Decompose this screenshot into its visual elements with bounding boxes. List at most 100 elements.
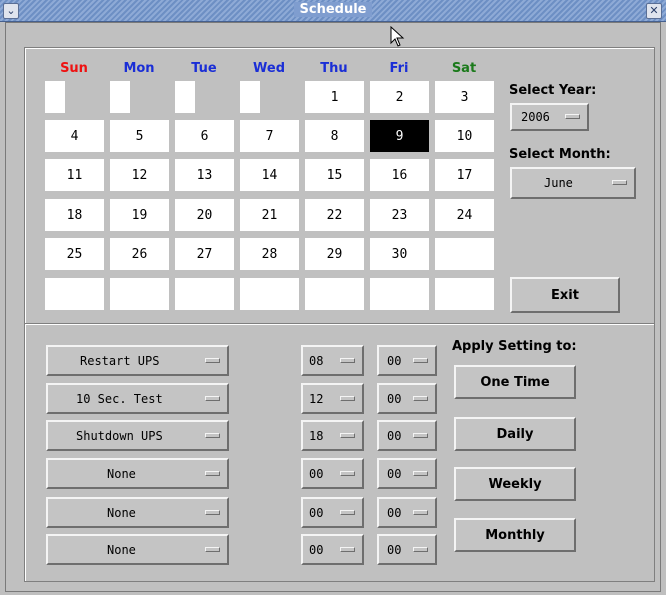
- calendar-day-cell[interactable]: 26: [110, 238, 169, 270]
- hour-select-1[interactable]: 08: [301, 345, 364, 376]
- calendar-empty-cell: [240, 81, 260, 113]
- action-select-3-value: Shutdown UPS: [76, 428, 163, 443]
- hour-select-4-value: 00: [309, 466, 324, 481]
- calendar-day-cell[interactable]: 29: [305, 238, 364, 270]
- hour-select-5-value: 00: [309, 505, 324, 520]
- calendar-day-cell[interactable]: 11: [45, 159, 104, 191]
- calendar-day-cell[interactable]: 4: [45, 120, 104, 152]
- minute-select-2[interactable]: 00: [377, 383, 437, 414]
- weekday-header-4: Thu: [320, 61, 348, 76]
- calendar-day-cell[interactable]: 24: [435, 199, 494, 231]
- title-bar[interactable]: ⌄ Schedule ✕: [0, 0, 666, 22]
- close-icon: ✕: [649, 4, 659, 17]
- calendar-day-cell[interactable]: 7: [240, 120, 299, 152]
- hour-select-5[interactable]: 00: [301, 497, 364, 528]
- minute-select-5[interactable]: 00: [377, 497, 437, 528]
- calendar-day-cell[interactable]: 8: [305, 120, 364, 152]
- minute-select-3[interactable]: 00: [377, 420, 437, 451]
- minute-select-1-value: 00: [387, 353, 402, 368]
- option-menu-indicator-icon: [205, 357, 220, 363]
- calendar-day-cell[interactable]: 27: [175, 238, 234, 270]
- weekly-button[interactable]: Weekly: [454, 467, 576, 501]
- minute-select-2-value: 00: [387, 391, 402, 406]
- one-time-button-label: One Time: [480, 374, 550, 390]
- option-menu-indicator-icon: [413, 509, 428, 515]
- option-menu-indicator-icon: [340, 432, 355, 438]
- calendar-day-cell[interactable]: 19: [110, 199, 169, 231]
- option-menu-indicator-icon: [205, 432, 220, 438]
- calendar-day-cell[interactable]: 14: [240, 159, 299, 191]
- calendar-day-cell[interactable]: 30: [370, 238, 429, 270]
- action-select-6[interactable]: None: [46, 534, 229, 565]
- calendar-day-cell[interactable]: 12: [110, 159, 169, 191]
- option-menu-indicator-icon: [413, 470, 428, 476]
- calendar-day-cell[interactable]: 23: [370, 199, 429, 231]
- action-select-6-value: None: [107, 542, 136, 557]
- weekday-header-1: Mon: [123, 61, 155, 76]
- action-select-5-value: None: [107, 505, 136, 520]
- daily-button[interactable]: Daily: [454, 417, 576, 451]
- calendar-day-cell[interactable]: 25: [45, 238, 104, 270]
- calendar-day-cell[interactable]: 28: [240, 238, 299, 270]
- option-menu-indicator-icon: [413, 357, 428, 363]
- hour-select-3[interactable]: 18: [301, 420, 364, 451]
- minute-select-6[interactable]: 00: [377, 534, 437, 565]
- option-menu-indicator-icon: [413, 395, 428, 401]
- calendar-day-cell[interactable]: 1: [305, 81, 364, 113]
- year-select[interactable]: 2006: [510, 103, 589, 131]
- exit-button-label: Exit: [551, 287, 579, 303]
- close-button[interactable]: ✕: [646, 3, 662, 19]
- calendar-empty-cell: [45, 81, 65, 113]
- calendar-day-cell[interactable]: 22: [305, 199, 364, 231]
- calendar-day-cell[interactable]: 6: [175, 120, 234, 152]
- calendar-day-cell[interactable]: 15: [305, 159, 364, 191]
- hour-select-2[interactable]: 12: [301, 383, 364, 414]
- action-select-5[interactable]: None: [46, 497, 229, 528]
- option-menu-indicator-icon: [205, 395, 220, 401]
- calendar-day-cell[interactable]: 17: [435, 159, 494, 191]
- option-menu-indicator-icon: [340, 357, 355, 363]
- action-select-2-value: 10 Sec. Test: [76, 391, 163, 406]
- minute-select-4[interactable]: 00: [377, 458, 437, 489]
- year-value: 2006: [521, 110, 550, 124]
- calendar-day-cell[interactable]: 9: [370, 120, 429, 152]
- monthly-button[interactable]: Monthly: [454, 518, 576, 552]
- calendar-day-cell[interactable]: 18: [45, 199, 104, 231]
- calendar-day-cell[interactable]: 3: [435, 81, 494, 113]
- apply-setting-label: Apply Setting to:: [452, 339, 577, 354]
- action-select-1[interactable]: Restart UPS: [46, 345, 229, 376]
- hour-select-6-value: 00: [309, 542, 324, 557]
- minute-select-6-value: 00: [387, 542, 402, 557]
- calendar-day-cell[interactable]: 16: [370, 159, 429, 191]
- action-select-2[interactable]: 10 Sec. Test: [46, 383, 229, 414]
- option-menu-indicator-icon: [340, 546, 355, 552]
- action-select-1-value: Restart UPS: [80, 353, 160, 368]
- calendar-day-cell[interactable]: 2: [370, 81, 429, 113]
- option-menu-indicator-icon: [340, 395, 355, 401]
- weekday-header-6: Sat: [451, 61, 477, 76]
- hour-select-3-value: 18: [309, 428, 324, 443]
- weekday-header-3: Wed: [253, 61, 285, 76]
- month-select[interactable]: June: [510, 167, 636, 199]
- calendar-day-cell[interactable]: 5: [110, 120, 169, 152]
- calendar-empty-cell: [175, 81, 195, 113]
- action-select-4[interactable]: None: [46, 458, 229, 489]
- calendar-empty-cell: [110, 81, 130, 113]
- calendar-day-cell[interactable]: 21: [240, 199, 299, 231]
- minute-select-3-value: 00: [387, 428, 402, 443]
- hour-select-6[interactable]: 00: [301, 534, 364, 565]
- weekday-header-2: Tue: [191, 61, 217, 76]
- one-time-button[interactable]: One Time: [454, 365, 576, 399]
- calendar-day-cell[interactable]: 13: [175, 159, 234, 191]
- option-menu-indicator-icon: [565, 114, 580, 119]
- minute-select-1[interactable]: 00: [377, 345, 437, 376]
- mouse-pointer-icon: [390, 26, 405, 47]
- minute-select-5-value: 00: [387, 505, 402, 520]
- hour-select-1-value: 08: [309, 353, 324, 368]
- exit-button[interactable]: Exit: [510, 277, 620, 313]
- hour-select-4[interactable]: 00: [301, 458, 364, 489]
- calendar-day-cell[interactable]: 10: [435, 120, 494, 152]
- option-menu-indicator-icon: [205, 470, 220, 476]
- action-select-3[interactable]: Shutdown UPS: [46, 420, 229, 451]
- calendar-day-cell[interactable]: 20: [175, 199, 234, 231]
